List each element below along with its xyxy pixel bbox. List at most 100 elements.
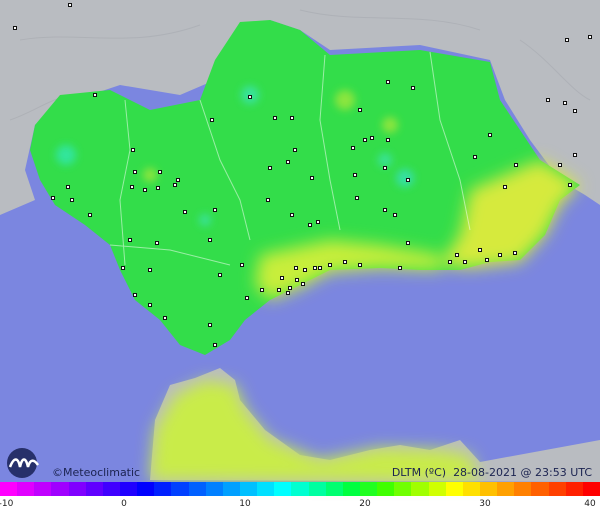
- station-marker: [183, 210, 187, 214]
- scale-swatch: [479, 482, 498, 496]
- scale-swatch: [137, 482, 155, 496]
- station-marker: [148, 268, 152, 272]
- station-marker: [568, 183, 572, 187]
- scale-swatch: [411, 482, 429, 496]
- scale-swatch: [17, 482, 35, 496]
- station-marker: [448, 260, 452, 264]
- station-marker: [88, 213, 92, 217]
- station-marker: [294, 266, 298, 270]
- station-marker: [248, 95, 252, 99]
- station-marker: [277, 288, 281, 292]
- scale-swatch: [565, 482, 583, 496]
- scale-tick-label: 0: [121, 499, 127, 509]
- station-marker: [288, 286, 292, 290]
- station-marker: [93, 93, 97, 97]
- station-marker: [158, 170, 162, 174]
- station-marker: [318, 266, 322, 270]
- scale-swatch: [274, 482, 292, 496]
- station-marker: [316, 220, 320, 224]
- station-marker: [295, 278, 299, 282]
- scale-swatch: [119, 482, 138, 496]
- scale-swatch: [462, 482, 480, 496]
- station-marker: [393, 213, 397, 217]
- station-marker: [66, 185, 70, 189]
- scale-swatch: [102, 482, 120, 496]
- station-marker: [131, 148, 135, 152]
- scale-swatch: [257, 482, 275, 496]
- station-marker: [208, 323, 212, 327]
- scale-swatch: [377, 482, 395, 496]
- station-marker: [503, 185, 507, 189]
- scale-swatch: [291, 482, 309, 496]
- scale-swatch: [205, 482, 223, 496]
- station-marker: [293, 148, 297, 152]
- station-marker: [565, 38, 569, 42]
- station-marker: [173, 183, 177, 187]
- station-marker: [563, 101, 567, 105]
- station-marker: [133, 293, 137, 297]
- scale-swatch: [428, 482, 446, 496]
- station-marker: [310, 176, 314, 180]
- station-marker: [301, 282, 305, 286]
- station-marker: [163, 316, 167, 320]
- station-marker: [411, 86, 415, 90]
- station-marker: [218, 273, 222, 277]
- scale-swatch: [531, 482, 549, 496]
- station-marker: [485, 258, 489, 262]
- station-marker: [473, 155, 477, 159]
- scale-swatch: [154, 482, 172, 496]
- station-marker: [133, 170, 137, 174]
- station-marker: [308, 223, 312, 227]
- station-marker: [406, 178, 410, 182]
- station-marker: [498, 253, 502, 257]
- station-marker: [573, 153, 577, 157]
- color-scale-strip: [0, 482, 600, 496]
- station-marker: [148, 303, 152, 307]
- station-marker: [155, 241, 159, 245]
- station-marker: [313, 266, 317, 270]
- scale-swatch: [222, 482, 240, 496]
- caption-date: 28-08-2021: [453, 466, 517, 479]
- station-marker: [351, 146, 355, 150]
- station-marker: [273, 116, 277, 120]
- station-marker: [386, 138, 390, 142]
- station-marker: [358, 263, 362, 267]
- station-marker: [488, 133, 492, 137]
- scale-tick-label: 30: [479, 499, 491, 509]
- scale-swatch: [394, 482, 412, 496]
- station-marker: [121, 266, 125, 270]
- meteoclimatic-logo: [4, 447, 48, 479]
- station-marker: [588, 35, 592, 39]
- scale-swatch: [514, 482, 532, 496]
- station-marker: [303, 268, 307, 272]
- station-marker: [268, 166, 272, 170]
- scale-swatch: [582, 482, 600, 496]
- scale-tick-label: 40: [584, 499, 596, 509]
- station-marker: [455, 253, 459, 257]
- station-marker: [128, 238, 132, 242]
- station-marker: [478, 248, 482, 252]
- station-marker: [51, 196, 55, 200]
- scale-swatch: [325, 482, 343, 496]
- station-marker: [208, 238, 212, 242]
- station-marker: [266, 198, 270, 202]
- station-marker: [68, 3, 72, 7]
- station-marker: [370, 136, 374, 140]
- station-marker: [355, 196, 359, 200]
- station-marker: [546, 98, 550, 102]
- station-marker: [358, 108, 362, 112]
- station-marker: [383, 166, 387, 170]
- scale-swatch: [0, 482, 18, 496]
- station-marker: [363, 138, 367, 142]
- station-marker: [573, 109, 577, 113]
- scale-swatch: [171, 482, 189, 496]
- station-marker: [213, 208, 217, 212]
- scale-tick-label: -10: [0, 499, 14, 509]
- scale-swatch: [239, 482, 258, 496]
- scale-swatch: [188, 482, 206, 496]
- scale-tick-label: 20: [359, 499, 371, 509]
- station-marker: [290, 116, 294, 120]
- station-marker: [70, 198, 74, 202]
- scale-swatch: [85, 482, 103, 496]
- station-marker: [328, 263, 332, 267]
